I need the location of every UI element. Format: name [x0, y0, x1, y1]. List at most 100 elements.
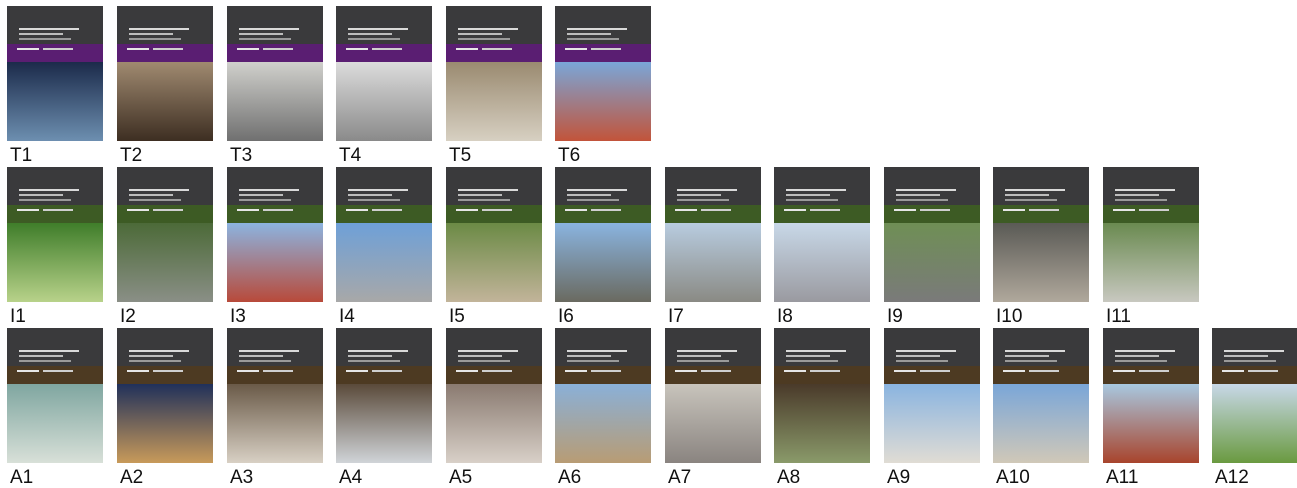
- cover-thumbnail[interactable]: [336, 167, 432, 302]
- cover-thumbnail[interactable]: [1212, 328, 1297, 463]
- cover-band-text: [784, 209, 806, 211]
- cover-thumbnail[interactable]: [884, 167, 980, 302]
- cover-band-text: [237, 48, 259, 50]
- cover-color-band: [227, 205, 323, 223]
- thumbnail-label: A4: [339, 467, 363, 488]
- cover-title-line: [567, 189, 627, 191]
- cover-title-line: [129, 28, 189, 30]
- thumbnail-label: T2: [120, 145, 143, 166]
- thumbnail-label: A3: [230, 467, 254, 488]
- cover-title-line: [896, 194, 940, 196]
- cover-color-band: [665, 366, 761, 384]
- cover-title-line: [129, 38, 181, 40]
- cover-band-text: [346, 370, 368, 372]
- cover-band-text: [456, 370, 478, 372]
- cover-band-text: [43, 209, 73, 211]
- cover-title-line: [239, 355, 283, 357]
- cover-photo: [336, 62, 432, 141]
- cover-photo: [1103, 223, 1199, 302]
- cover-band-text: [784, 370, 806, 372]
- thumbnail-label: I3: [230, 306, 246, 327]
- cover-color-band: [336, 205, 432, 223]
- cover-color-band: [555, 44, 651, 62]
- cover-thumbnail[interactable]: [555, 328, 651, 463]
- cover-thumbnail[interactable]: [993, 328, 1089, 463]
- cover-thumbnail[interactable]: [555, 6, 651, 141]
- cover-title-line: [458, 350, 518, 352]
- cover-title-line: [677, 199, 729, 201]
- cover-band-text: [43, 370, 73, 372]
- cover-thumbnail[interactable]: [336, 328, 432, 463]
- cover-title-line: [19, 360, 71, 362]
- cover-title-line: [458, 28, 518, 30]
- cover-photo: [1212, 384, 1297, 463]
- cover-title-line: [677, 355, 721, 357]
- cover-title-line: [1115, 199, 1167, 201]
- cover-title-line: [239, 28, 299, 30]
- cover-thumbnail[interactable]: [227, 6, 323, 141]
- cover-photo: [7, 223, 103, 302]
- cover-thumbnail[interactable]: [774, 328, 870, 463]
- cover-title-line: [1005, 350, 1065, 352]
- cover-color-band: [555, 366, 651, 384]
- cover-color-band: [884, 366, 980, 384]
- cover-thumbnail[interactable]: [1103, 167, 1199, 302]
- cover-color-band: [117, 205, 213, 223]
- cover-thumbnail[interactable]: [117, 328, 213, 463]
- cover-thumbnail[interactable]: [446, 328, 542, 463]
- cover-title-line: [896, 350, 956, 352]
- thumbnail-label: I1: [10, 306, 26, 327]
- cover-title-line: [458, 33, 502, 35]
- cover-title-line: [129, 194, 173, 196]
- thumbnail-label: A5: [449, 467, 473, 488]
- cover-band-text: [17, 370, 39, 372]
- cover-thumbnail[interactable]: [665, 328, 761, 463]
- cover-thumbnail[interactable]: [446, 6, 542, 141]
- cover-thumbnail[interactable]: [117, 167, 213, 302]
- cover-thumbnail[interactable]: [7, 167, 103, 302]
- cover-photo: [117, 223, 213, 302]
- cover-title-line: [1224, 350, 1284, 352]
- cover-thumbnail[interactable]: [7, 6, 103, 141]
- thumbnail-row: T1 T2 T3 T4 T5 T6: [0, 6, 1297, 166]
- cover-photo: [665, 384, 761, 463]
- cover-photo: [117, 62, 213, 141]
- cover-band-text: [482, 209, 512, 211]
- cover-thumbnail[interactable]: [665, 167, 761, 302]
- cover-band-text: [482, 48, 512, 50]
- cover-title-line: [19, 199, 71, 201]
- cover-photo: [884, 384, 980, 463]
- cover-title-line: [458, 194, 502, 196]
- cover-color-band: [993, 366, 1089, 384]
- cover-thumbnail[interactable]: [336, 6, 432, 141]
- cover-color-band: [227, 44, 323, 62]
- cover-photo: [117, 384, 213, 463]
- cover-title-line: [677, 350, 737, 352]
- cover-photo: [993, 223, 1089, 302]
- cover-title-line: [786, 189, 846, 191]
- cover-thumbnail[interactable]: [446, 167, 542, 302]
- cover-title-line: [567, 194, 611, 196]
- cover-thumbnail[interactable]: [227, 167, 323, 302]
- cover-color-band: [7, 44, 103, 62]
- cover-thumbnail[interactable]: [555, 167, 651, 302]
- cover-band-text: [894, 209, 916, 211]
- cover-photo: [336, 223, 432, 302]
- cover-thumbnail[interactable]: [117, 6, 213, 141]
- cover-band-text: [153, 370, 183, 372]
- cover-thumbnail[interactable]: [227, 328, 323, 463]
- cover-band-text: [565, 370, 587, 372]
- cover-title-line: [129, 350, 189, 352]
- cover-title-line: [896, 189, 956, 191]
- cover-color-band: [117, 366, 213, 384]
- cover-title-line: [239, 194, 283, 196]
- cover-title-line: [348, 38, 400, 40]
- cover-thumbnail[interactable]: [993, 167, 1089, 302]
- cover-thumbnail[interactable]: [884, 328, 980, 463]
- cover-thumbnail[interactable]: [1103, 328, 1199, 463]
- cover-title-line: [458, 189, 518, 191]
- cover-photo: [665, 223, 761, 302]
- cover-thumbnail[interactable]: [7, 328, 103, 463]
- cover-band-text: [920, 209, 950, 211]
- cover-thumbnail[interactable]: [774, 167, 870, 302]
